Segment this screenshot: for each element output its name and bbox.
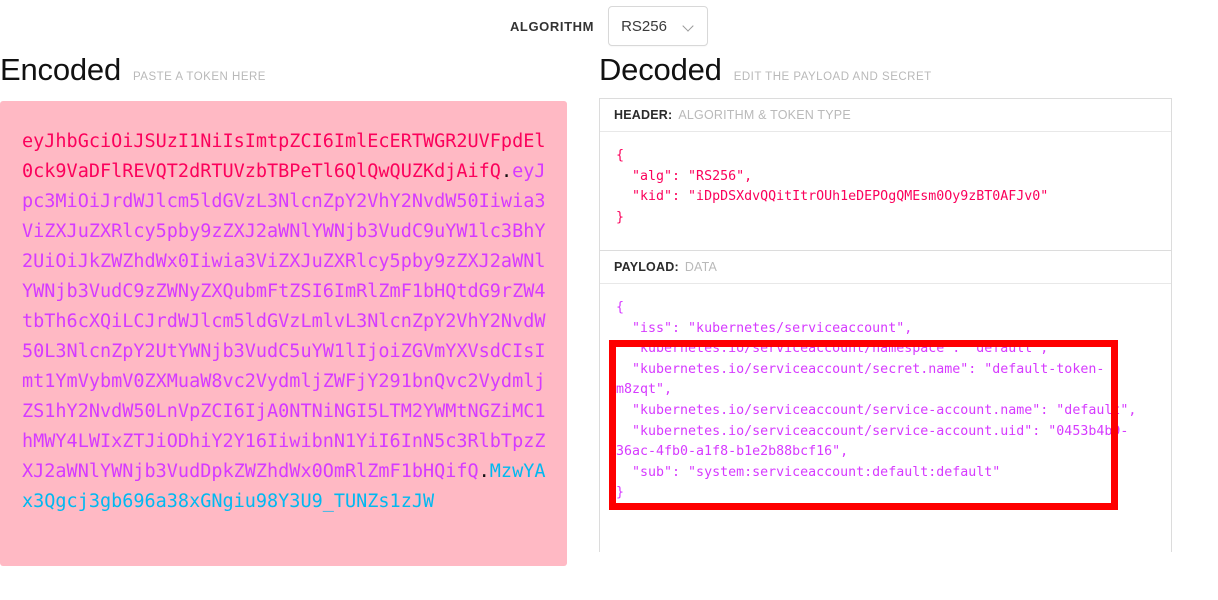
encoded-title: Encoded — [0, 52, 121, 87]
header-json-editor[interactable]: { "alg": "RS256", "kid": "iDpDSXdvQQitIt… — [600, 132, 1171, 250]
decoded-column: Decoded EDIT THE PAYLOAD AND SECRET HEAD… — [599, 52, 1172, 566]
header-panel-label: HEADER: ALGORITHM & TOKEN TYPE — [600, 99, 1171, 132]
algorithm-select[interactable]: RS256 — [608, 6, 709, 46]
header-panel-title: HEADER: — [614, 108, 673, 122]
encoded-column: Encoded PASTE A TOKEN HERE eyJhbGciOiJSU… — [0, 52, 567, 566]
decoded-subtitle: EDIT THE PAYLOAD AND SECRET — [733, 71, 932, 83]
encoded-token-input[interactable]: eyJhbGciOiJSUzI1NiIsImtpZCI6ImlEcERTWGR2… — [0, 101, 567, 566]
payload-panel-label: PAYLOAD: DATA — [600, 251, 1171, 284]
token-separator-2: . — [478, 461, 490, 482]
algorithm-selected-value: RS256 — [621, 17, 667, 35]
chevron-down-icon — [684, 21, 695, 32]
token-payload-segment: eyJpc3MiOiJrdWJlcm5ldGVzL3NlcnZpY2VhY2Nv… — [22, 161, 546, 482]
payload-panel: PAYLOAD: DATA { "iss": "kubernetes/servi… — [599, 250, 1172, 552]
header-panel: HEADER: ALGORITHM & TOKEN TYPE { "alg": … — [599, 98, 1172, 250]
payload-panel-title: PAYLOAD: — [614, 260, 679, 274]
header-panel-hint: ALGORITHM & TOKEN TYPE — [678, 108, 851, 122]
token-header-segment: eyJhbGciOiJSUzI1NiIsImtpZCI6ImlEcERTWGR2… — [22, 131, 546, 182]
decoded-header: Decoded EDIT THE PAYLOAD AND SECRET — [599, 52, 1172, 98]
algorithm-label: ALGORITHM — [509, 18, 595, 34]
payload-json-editor[interactable]: { "iss": "kubernetes/serviceaccount", "k… — [600, 284, 1171, 552]
main-columns: Encoded PASTE A TOKEN HERE eyJhbGciOiJSU… — [0, 52, 1218, 566]
decoded-title: Decoded — [599, 52, 722, 87]
encoded-token-text: eyJhbGciOiJSUzI1NiIsImtpZCI6ImlEcERTWGR2… — [22, 127, 547, 517]
payload-panel-hint: DATA — [684, 260, 718, 274]
token-separator-1: . — [500, 161, 513, 182]
encoded-header: Encoded PASTE A TOKEN HERE — [0, 52, 567, 98]
encoded-subtitle: PASTE A TOKEN HERE — [132, 71, 266, 83]
algorithm-toolbar: ALGORITHM RS256 — [0, 0, 1218, 52]
